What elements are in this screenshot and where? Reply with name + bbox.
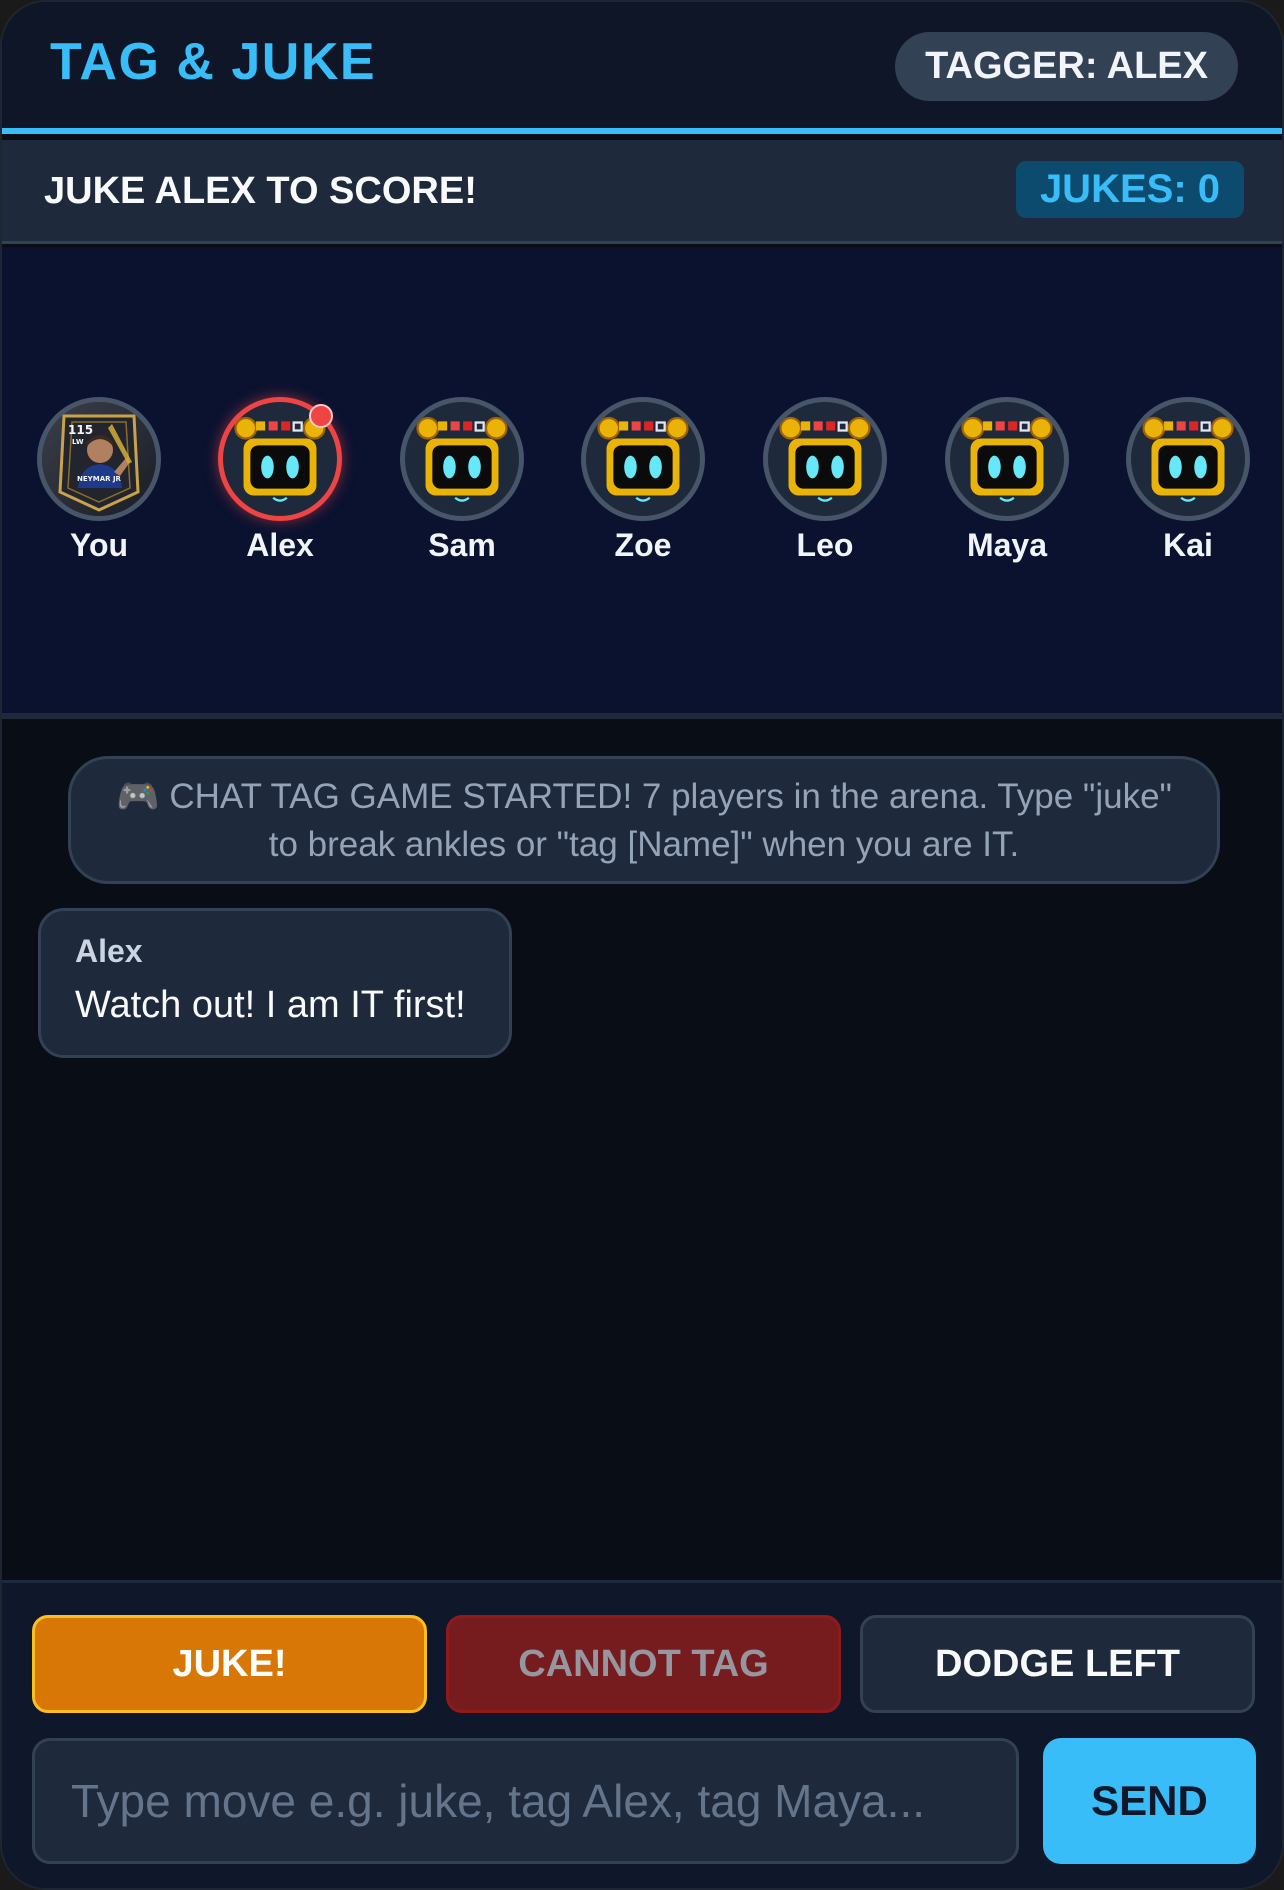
controls-panel: JUKE! CANNOT TAG DODGE LEFT SEND	[2, 1580, 1282, 1888]
player-card-avatar: 115 LW NEYMAR JR	[37, 397, 161, 521]
player-kai[interactable]: Kai	[1113, 397, 1263, 564]
robot-icon	[768, 402, 882, 516]
juke-button[interactable]: JUKE!	[32, 1615, 427, 1713]
chat-log[interactable]: 🎮 CHAT TAG GAME STARTED! 7 players in th…	[2, 725, 1282, 1580]
player-name: Maya	[966, 527, 1048, 563]
tagger-indicator-icon	[309, 404, 333, 428]
player-alex[interactable]: Alex	[205, 397, 355, 564]
tagger-badge: TAGGER: ALEX	[895, 32, 1238, 101]
app-window: TAG & JUKE TAGGER: ALEX JUKE ALEX TO SCO…	[0, 0, 1284, 1890]
player-name: Alex	[246, 527, 314, 563]
player-name: You	[69, 527, 129, 563]
card-name: NEYMAR JR	[77, 475, 122, 483]
app-title: TAG & JUKE	[50, 33, 377, 91]
message-sender: Alex	[75, 933, 143, 969]
robot-avatar	[581, 397, 705, 521]
robot-avatar	[1126, 397, 1250, 521]
robot-avatar	[400, 397, 524, 521]
card-rating: 115	[68, 423, 93, 437]
objective-text: JUKE ALEX TO SCORE!	[44, 170, 477, 212]
player-name: Kai	[1163, 527, 1213, 563]
chat-bubble: Alex Watch out! I am IT first!	[38, 908, 512, 1058]
dodge-left-button[interactable]: DODGE LEFT	[860, 1615, 1255, 1713]
status-bar: JUKE ALEX TO SCORE! JUKES: 0	[2, 140, 1282, 244]
robot-avatar	[763, 397, 887, 521]
player-name: Sam	[428, 527, 496, 563]
player-arena: 115 LW NEYMAR JR You Alex Sam Zoe Leo Ma…	[2, 247, 1282, 719]
robot-icon	[1131, 402, 1245, 516]
robot-avatar	[218, 397, 342, 521]
system-message: 🎮 CHAT TAG GAME STARTED! 7 players in th…	[68, 756, 1220, 884]
robot-icon	[586, 402, 700, 516]
player-you[interactable]: 115 LW NEYMAR JR You	[24, 397, 174, 564]
message-text: Watch out! I am IT first!	[75, 984, 466, 1026]
player-sam[interactable]: Sam	[387, 397, 537, 564]
tag-button[interactable]: CANNOT TAG	[446, 1615, 841, 1713]
robot-icon	[950, 402, 1064, 516]
player-maya[interactable]: Maya	[932, 397, 1082, 564]
card-position: LW	[72, 438, 84, 446]
player-name: Leo	[796, 527, 854, 563]
player-name: Zoe	[614, 527, 672, 563]
robot-avatar	[945, 397, 1069, 521]
robot-icon	[405, 402, 519, 516]
header: TAG & JUKE TAGGER: ALEX	[2, 2, 1282, 134]
player-zoe[interactable]: Zoe	[568, 397, 718, 564]
player-leo[interactable]: Leo	[750, 397, 900, 564]
send-button[interactable]: SEND	[1043, 1738, 1256, 1864]
move-input[interactable]	[32, 1738, 1019, 1864]
jukes-counter: JUKES: 0	[1015, 161, 1244, 218]
